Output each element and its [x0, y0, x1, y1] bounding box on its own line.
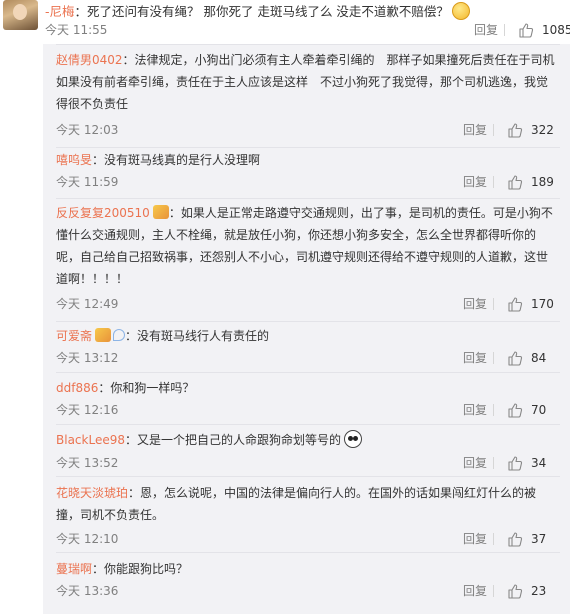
reply-button[interactable]: 回复	[463, 455, 487, 471]
divider	[56, 424, 560, 425]
vip-badge-icon	[152, 205, 169, 219]
divider	[493, 457, 494, 469]
username-link[interactable]: 可爱斋	[56, 329, 92, 343]
thumbs-up-icon	[508, 584, 523, 599]
member-badge-icon	[113, 329, 126, 341]
comment-meta: 今天 11:55 回复 1085	[45, 22, 570, 38]
divider	[493, 533, 494, 545]
reply-text: 反反复复200510 ：如果人是正常走路遵守交通规则，出了事，是司机的责任。可是小…	[56, 205, 553, 286]
username-link[interactable]: 反反复复200510	[56, 206, 150, 220]
thumbs-up-icon	[508, 532, 523, 547]
timestamp: 今天 13:52	[56, 456, 119, 470]
divider	[56, 552, 560, 553]
username-link[interactable]: BlackLee98	[56, 433, 125, 447]
reply-meta: 今天 12:10 回复 37	[56, 531, 564, 547]
panda-face-emoji-icon	[344, 430, 362, 448]
vip-badge-icon	[95, 328, 112, 342]
like-count: 170	[531, 297, 554, 311]
username-link[interactable]: -尼梅	[45, 4, 75, 19]
reply-meta: 今天 13:36 回复 23	[56, 583, 564, 599]
timestamp: 今天 12:03	[56, 123, 119, 137]
divider	[493, 298, 494, 310]
reply-text: 花晓天淡琥珀：恩，怎么说呢，中国的法律是偏向行人的。在国外的话如果闯红灯什么的被…	[56, 486, 537, 522]
thumbs-up-icon	[508, 403, 523, 418]
like-count: 70	[531, 403, 547, 417]
reply-meta: 今天 11:59 回复 189	[56, 174, 564, 190]
like-count: 1085	[542, 23, 570, 37]
reply-meta: 今天 13:12 回复 84	[56, 350, 564, 366]
thumbs-up-icon	[508, 456, 523, 471]
reply-text: 可爱斋 ：没有斑马线行人有责任的	[56, 328, 270, 343]
reply-button[interactable]: 回复	[463, 122, 487, 138]
divider	[493, 352, 494, 364]
like-count: 37	[531, 532, 547, 546]
thumbs-up-icon	[508, 297, 523, 312]
divider	[493, 585, 494, 597]
comment-thread: -尼梅：死了还问有没有绳？ 那你死了 走斑马线了么 没走不道歉不赔偿？ 今天 1…	[0, 0, 570, 614]
reply-text: 嘻呜旻：没有斑马线真的是行人没理啊	[56, 153, 261, 167]
reply-list: 赵倩男0402：法律规定，小狗出门必须有主人牵着牵引绳的 那样子如果撞死后责任在…	[43, 44, 570, 614]
thumbs-up-icon	[508, 123, 523, 138]
comment-body: ：死了还问有没有绳？ 那你死了 走斑马线了么 没走不道歉不赔偿？	[74, 4, 449, 19]
like-count: 34	[531, 456, 547, 470]
thumbs-up-icon	[508, 351, 523, 366]
divider	[56, 476, 560, 477]
like-count: 23	[531, 584, 547, 598]
like-count: 84	[531, 351, 547, 365]
divider	[56, 321, 560, 322]
reply-text: BlackLee98：又是一个把自己的人命跟狗命划等号的	[56, 429, 564, 451]
reply-meta: 今天 12:16 回复 70	[56, 402, 564, 418]
like-count: 189	[531, 175, 554, 189]
reply-button[interactable]: 回复	[463, 174, 487, 190]
timestamp: 今天 13:36	[56, 584, 119, 598]
username-link[interactable]: 嘻呜旻	[56, 153, 92, 167]
reply-button[interactable]: 回复	[463, 583, 487, 599]
divider	[56, 44, 560, 45]
reply-button[interactable]: 回复	[463, 531, 487, 547]
timestamp: 今天 12:49	[56, 297, 119, 311]
like-count: 322	[531, 123, 554, 137]
divider	[493, 124, 494, 136]
reply-button[interactable]: 回复	[474, 22, 498, 38]
thumbs-up-icon	[519, 23, 534, 38]
divider	[56, 147, 560, 148]
username-link[interactable]: 赵倩男0402	[56, 53, 123, 67]
reply-text: 蔓瑞啊：你能跟狗比吗？	[56, 562, 189, 576]
comment-text: -尼梅：死了还问有没有绳？ 那你死了 走斑马线了么 没走不道歉不赔偿？	[45, 2, 470, 20]
divider	[493, 404, 494, 416]
divider	[56, 372, 560, 373]
top-comment: -尼梅：死了还问有没有绳？ 那你死了 走斑马线了么 没走不道歉不赔偿？ 今天 1…	[0, 0, 570, 44]
avatar[interactable]	[3, 0, 38, 30]
timestamp: 今天 11:59	[56, 175, 119, 189]
reply-button[interactable]: 回复	[463, 350, 487, 366]
divider	[56, 198, 560, 199]
reply-meta: 今天 12:49 回复 170	[56, 296, 564, 312]
timestamp: 今天 13:12	[56, 351, 119, 365]
username-link[interactable]: ddf886	[56, 381, 98, 395]
divider	[493, 176, 494, 188]
thumbs-up-icon	[508, 175, 523, 190]
timestamp: 今天 12:10	[56, 532, 119, 546]
reply-meta: 今天 13:52 回复 34	[56, 455, 564, 471]
reply-text: ddf886：你和狗一样吗？	[56, 381, 195, 395]
timestamp: 今天 11:55	[45, 23, 108, 37]
username-link[interactable]: 花晓天淡琥珀	[56, 486, 128, 500]
reply-text: 赵倩男0402：法律规定，小狗出门必须有主人牵着牵引绳的 那样子如果撞死后责任在…	[56, 53, 555, 111]
reply-meta: 今天 12:03 回复 322	[56, 122, 564, 138]
timestamp: 今天 12:16	[56, 403, 119, 417]
divider	[504, 24, 505, 36]
thinking-face-emoji-icon	[451, 2, 470, 20]
username-link[interactable]: 蔓瑞啊	[56, 562, 92, 576]
reply-button[interactable]: 回复	[463, 402, 487, 418]
reply-button[interactable]: 回复	[463, 296, 487, 312]
